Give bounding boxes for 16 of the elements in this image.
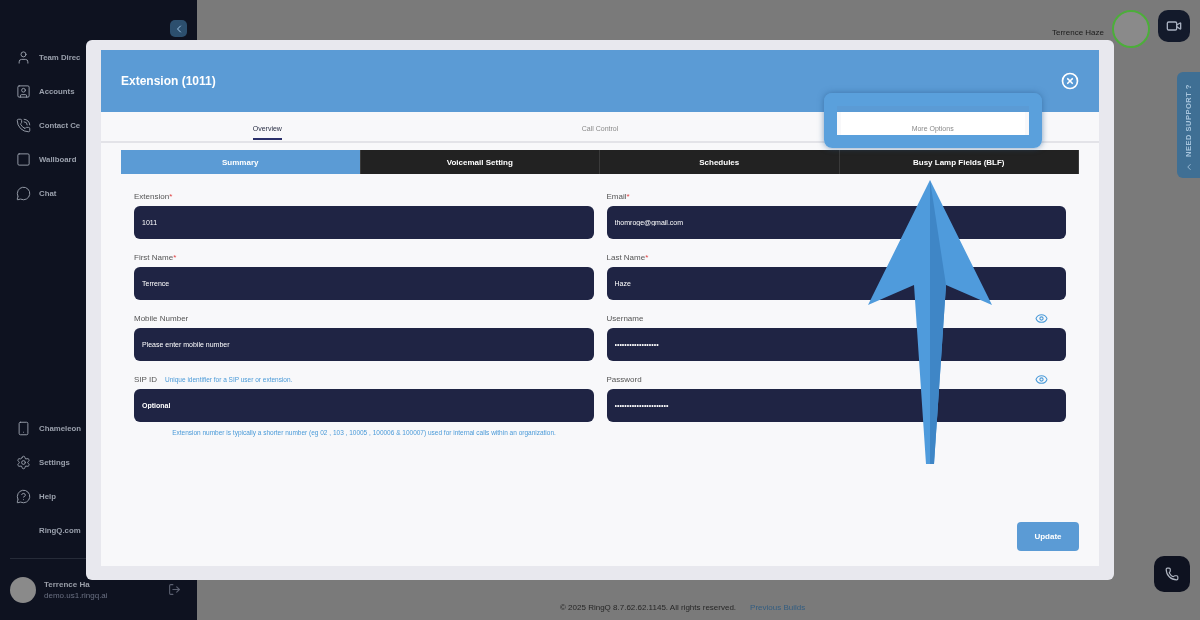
field-label: Last Name* (606, 252, 649, 262)
field-label: First Name* (134, 252, 177, 262)
copyright-text: © 2025 RingQ 8.7.62.62.1145. All rights reserved. (560, 602, 737, 612)
user-name: Terrence Haze (1051, 28, 1104, 37)
field-label: SIP ID (134, 374, 157, 384)
tab[interactable]: Schedules (600, 150, 840, 174)
field-label: Email* (606, 191, 630, 201)
field-label: Mobile Number (134, 313, 189, 323)
tab[interactable]: Busy Lamp Fields (BLF) (839, 150, 1079, 174)
field-label: Password (606, 374, 642, 384)
modal-title: Extension (1011) (121, 74, 216, 88)
field-label: Extension* (134, 191, 173, 201)
user-email: demo.us1.ringq.ai (44, 590, 109, 600)
tab[interactable]: Voicemail Setting (360, 150, 600, 174)
field-label: Username (606, 313, 644, 323)
user-name: Terrence Ha (44, 579, 91, 589)
